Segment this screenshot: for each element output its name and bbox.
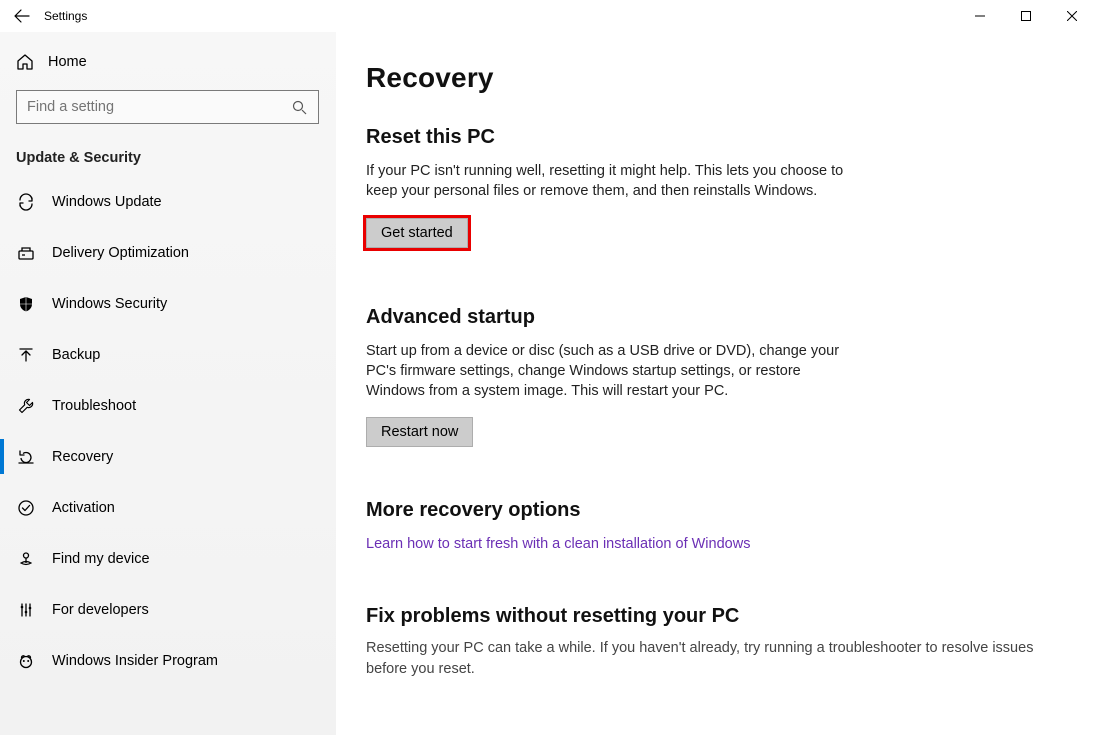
sidebar-item-label: Delivery Optimization	[52, 245, 189, 261]
developers-icon	[16, 601, 36, 619]
home-icon	[16, 53, 34, 71]
maximize-button[interactable]	[1003, 0, 1049, 32]
maximize-icon	[1021, 11, 1031, 21]
minimize-button[interactable]	[957, 0, 1003, 32]
arrow-left-icon	[14, 8, 30, 24]
start-fresh-link[interactable]: Learn how to start fresh with a clean in…	[366, 536, 750, 552]
sidebar-section-title: Update & Security	[0, 124, 335, 176]
sidebar-item-activation[interactable]: Activation	[0, 482, 335, 533]
sync-icon	[16, 193, 36, 211]
sidebar-item-label: Windows Security	[52, 296, 167, 312]
close-button[interactable]	[1049, 0, 1095, 32]
recovery-icon	[16, 448, 36, 466]
sidebar-item-recovery[interactable]: Recovery	[0, 431, 335, 482]
shield-icon	[16, 295, 36, 313]
back-button[interactable]	[0, 0, 44, 32]
sidebar-item-windows-insider-program[interactable]: Windows Insider Program	[0, 635, 335, 686]
search-field[interactable]	[27, 99, 290, 115]
sidebar-item-label: Activation	[52, 500, 115, 516]
sidebar-item-label: For developers	[52, 602, 149, 618]
sidebar-item-for-developers[interactable]: For developers	[0, 584, 335, 635]
titlebar: Settings	[0, 0, 1095, 32]
sidebar-item-windows-update[interactable]: Windows Update	[0, 176, 335, 227]
section-fix-body: Resetting your PC can take a while. If y…	[366, 638, 1071, 679]
insider-icon	[16, 652, 36, 670]
app-title: Settings	[44, 9, 87, 23]
sidebar-item-label: Troubleshoot	[52, 398, 136, 414]
sidebar-item-find-my-device[interactable]: Find my device	[0, 533, 335, 584]
sidebar-item-label: Windows Insider Program	[52, 653, 218, 669]
close-icon	[1067, 11, 1077, 21]
wrench-icon	[16, 397, 36, 415]
section-more-heading: More recovery options	[366, 499, 1071, 522]
backup-icon	[16, 346, 36, 364]
sidebar-item-windows-security[interactable]: Windows Security	[0, 278, 335, 329]
map-pin-icon	[16, 550, 36, 568]
sidebar-home[interactable]: Home	[0, 40, 335, 84]
delivery-icon	[16, 244, 36, 262]
check-circle-icon	[16, 499, 36, 517]
sidebar-item-label: Windows Update	[52, 194, 162, 210]
sidebar: Home Update & Security Windows Update Del…	[0, 32, 336, 735]
sidebar-item-backup[interactable]: Backup	[0, 329, 335, 380]
sidebar-item-label: Backup	[52, 347, 100, 363]
sidebar-item-label: Recovery	[52, 449, 113, 465]
get-started-button[interactable]: Get started	[366, 218, 468, 248]
page-title: Recovery	[366, 62, 1071, 94]
search-icon	[290, 100, 308, 115]
main-content: Recovery Reset this PC If your PC isn't …	[336, 32, 1095, 735]
search-input[interactable]	[16, 90, 319, 124]
sidebar-item-label: Find my device	[52, 551, 150, 567]
sidebar-home-label: Home	[48, 54, 87, 70]
section-reset-heading: Reset this PC	[366, 126, 1071, 149]
section-fix-heading: Fix problems without resetting your PC	[366, 605, 1071, 628]
minimize-icon	[975, 11, 985, 21]
section-advanced-heading: Advanced startup	[366, 306, 1071, 329]
nav-list: Windows Update Delivery Optimization Windo…	[0, 176, 335, 686]
section-advanced-body: Start up from a device or disc (such as …	[366, 341, 846, 402]
sidebar-item-delivery-optimization[interactable]: Delivery Optimization	[0, 227, 335, 278]
sidebar-item-troubleshoot[interactable]: Troubleshoot	[0, 380, 335, 431]
restart-now-button[interactable]: Restart now	[366, 417, 473, 447]
section-reset-body: If your PC isn't running well, resetting…	[366, 161, 846, 202]
